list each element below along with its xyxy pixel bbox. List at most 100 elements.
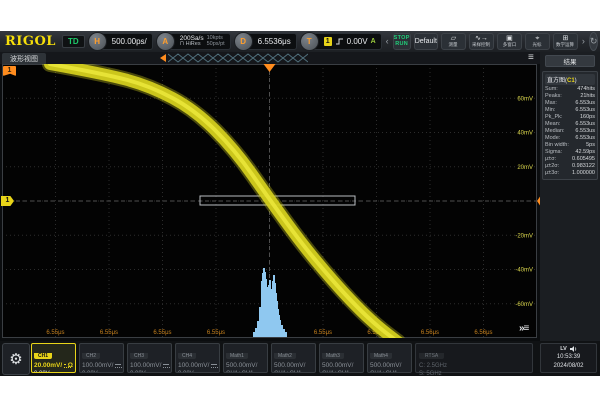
horizontal-knob[interactable]: H xyxy=(88,32,107,51)
stat-row: Sum:474hits xyxy=(545,86,595,93)
histogram-stats: 直方图(C1) Sum:474hitsPeaks:21hitsMax:6.553… xyxy=(542,71,598,180)
acquire-control[interactable]: A 200Sa/s ⊓ HiRes 10kpts 50ps/pt xyxy=(156,32,231,51)
math-button[interactable]: ⊞数学运算 xyxy=(553,33,578,50)
histogram-bar xyxy=(255,328,257,337)
run-label: RUN xyxy=(395,42,408,48)
channel-tab: Math1 xyxy=(226,353,248,359)
stats-rows: Sum:474hitsPeaks:21hitsMax:6.553usMin:6.… xyxy=(545,86,595,177)
default-button[interactable]: Default xyxy=(414,33,438,50)
card-source-badge: C1 xyxy=(567,78,575,84)
stat-label: Sigma: xyxy=(545,149,562,156)
channel-scale: 100.00mV/ xyxy=(130,362,169,370)
refresh-icon[interactable]: ↻ xyxy=(589,32,599,51)
channel-box-ch3[interactable]: CH3 100.00mV/0.00V xyxy=(127,343,172,373)
horizontal-control[interactable]: H 500.00ps/ xyxy=(88,32,153,51)
run-stop-button[interactable]: STOP RUN xyxy=(393,33,411,50)
rtsa-span: S: 5GHz xyxy=(419,370,529,378)
stat-row: Min:6.553us xyxy=(545,107,595,114)
channel-scale: 100.00mV/ xyxy=(82,362,121,370)
channel-scale: 100.00mV/ xyxy=(178,362,217,370)
dc-coupling-icon xyxy=(115,364,121,369)
channel-tab: CH3 xyxy=(130,353,148,359)
time-axis-label: 6.55μs xyxy=(314,330,332,336)
channel-box-math4[interactable]: Math4500.00mV/CH1+CH1 xyxy=(367,343,412,373)
acquire-control-button[interactable]: ∿→采样控制 xyxy=(469,33,494,50)
volt-axis-label: 20mV xyxy=(517,165,533,171)
toolbar-right-chevron[interactable]: › xyxy=(581,37,586,46)
acquire-mode: HiRes xyxy=(186,41,201,47)
channel-box-ch2[interactable]: CH2100.00mV/0.00V xyxy=(79,343,124,373)
memory-overview-strip[interactable] xyxy=(160,53,308,63)
system-date: 2024/08/02 xyxy=(541,362,596,371)
card-title-suffix: ) xyxy=(575,78,577,84)
channel-offset: CH1+CH1 xyxy=(322,370,361,373)
menu-icon[interactable]: ≡ xyxy=(528,52,534,63)
time-axis-label: 6.55μs xyxy=(153,330,171,336)
acquire-control-label: 采样控制 xyxy=(472,43,490,48)
channel-scale: 500.00mV/ xyxy=(226,362,265,370)
histogram-bar xyxy=(279,320,281,337)
tab-waveform-view[interactable]: 波形视图 xyxy=(2,53,46,64)
histogram-bar xyxy=(257,321,259,337)
channel-offset: 0.00V xyxy=(178,370,217,373)
stat-label: μ±σ: xyxy=(545,156,556,163)
stat-label: Mode: xyxy=(545,135,560,142)
volt-axis-label: 60mV xyxy=(517,96,533,102)
stat-label: Max: xyxy=(545,100,557,107)
time-axis-label: 6.56μs xyxy=(474,330,492,336)
channel-box-math1[interactable]: Math1500.00mV/CH1+CH1 xyxy=(223,343,268,373)
trigger-position-marker[interactable] xyxy=(264,64,276,72)
histogram-bar xyxy=(283,329,285,337)
stat-value: 6.553us xyxy=(575,128,595,135)
grid-svg: 6.55μs6.55μs6.55μs6.55μs6.55μs6.55μs6.55… xyxy=(2,64,537,338)
overview-svg xyxy=(168,53,308,63)
stat-row: Median:6.553us xyxy=(545,128,595,135)
stat-row: μ±3σ:1.000000 xyxy=(545,170,595,177)
channel-tab: Math4 xyxy=(370,353,392,359)
delay-knob[interactable]: D xyxy=(234,32,253,51)
histogram-card-title[interactable]: 直方图(C1) xyxy=(545,74,595,85)
math-label: 数学运算 xyxy=(556,43,574,48)
expand-menu-icon[interactable]: »≡ xyxy=(519,323,528,334)
trigger-level: 0.00V xyxy=(347,37,368,46)
waveform-grid-area[interactable]: 6.55μs6.55μs6.55μs6.55μs6.55μs6.55μs6.55… xyxy=(2,64,537,338)
cursor-button[interactable]: ⌖光标 xyxy=(525,33,550,50)
acquire-knob[interactable]: A xyxy=(156,32,175,51)
channel-offset: CH1+CH1 xyxy=(370,370,409,373)
volt-axis-label: -20mV xyxy=(515,233,533,239)
channel-tab: CH1 xyxy=(34,353,52,359)
delay-control[interactable]: D 6.5536μs xyxy=(234,32,297,51)
hires-icon: ⊓ xyxy=(180,41,184,47)
system-clock-box[interactable]: LV 10:53:39 2024/08/02 xyxy=(540,343,597,373)
trigger-status-badge: TD xyxy=(62,35,85,49)
stat-value: 42.59ps xyxy=(575,149,595,156)
channel-box-math3[interactable]: Math3500.00mV/CH1+CH1 xyxy=(319,343,364,373)
delay-value: 6.5536μs xyxy=(258,37,291,46)
top-toolbar: RIGOL TD H 500.00ps/ A 200Sa/s ⊓ HiRes 1… xyxy=(0,31,600,52)
volt-axis-label: -60mV xyxy=(515,302,533,308)
trigger-control[interactable]: T 1 0.00V A xyxy=(300,32,382,51)
channel-offset: 0.00V xyxy=(130,370,169,373)
dc-coupling-icon xyxy=(163,364,169,369)
lan-status-icon: LV xyxy=(560,346,567,352)
gear-icon[interactable]: ⚙ xyxy=(2,343,30,375)
stat-value: 6.553us xyxy=(575,121,595,128)
time-axis-label: 6.55μs xyxy=(100,330,118,336)
channel-offset: CH1+CH1 xyxy=(274,370,313,373)
stat-row: Bin width:5ps xyxy=(545,142,595,149)
multi-window-button[interactable]: ▣多窗口 xyxy=(497,33,522,50)
channel-box-ch1[interactable]: CH120.00mV/Ω0.00V xyxy=(31,343,76,373)
stat-row: μ±σ:0.605495 xyxy=(545,156,595,163)
toolbar-left-chevron[interactable]: ‹ xyxy=(385,37,390,46)
trigger-knob[interactable]: T xyxy=(300,32,319,51)
channel-tab: Math3 xyxy=(322,353,344,359)
beeper-icon xyxy=(569,345,577,353)
channel-boxes: CH120.00mV/Ω0.00VCH2100.00mV/0.00V CH3 100… xyxy=(31,343,412,373)
channel-box-ch4[interactable]: CH4100.00mV/0.00V xyxy=(175,343,220,373)
stat-label: μ±2σ: xyxy=(545,163,559,170)
rtsa-box[interactable]: RTSA C: 2.5GHz S: 5GHz xyxy=(415,343,533,373)
channel-box-math2[interactable]: Math2500.00mV/CH1+CH1 xyxy=(271,343,316,373)
volt-axis-label: 40mV xyxy=(517,131,533,137)
stat-label: Peaks: xyxy=(545,93,562,100)
measure-button[interactable]: ▱测量 xyxy=(441,33,466,50)
